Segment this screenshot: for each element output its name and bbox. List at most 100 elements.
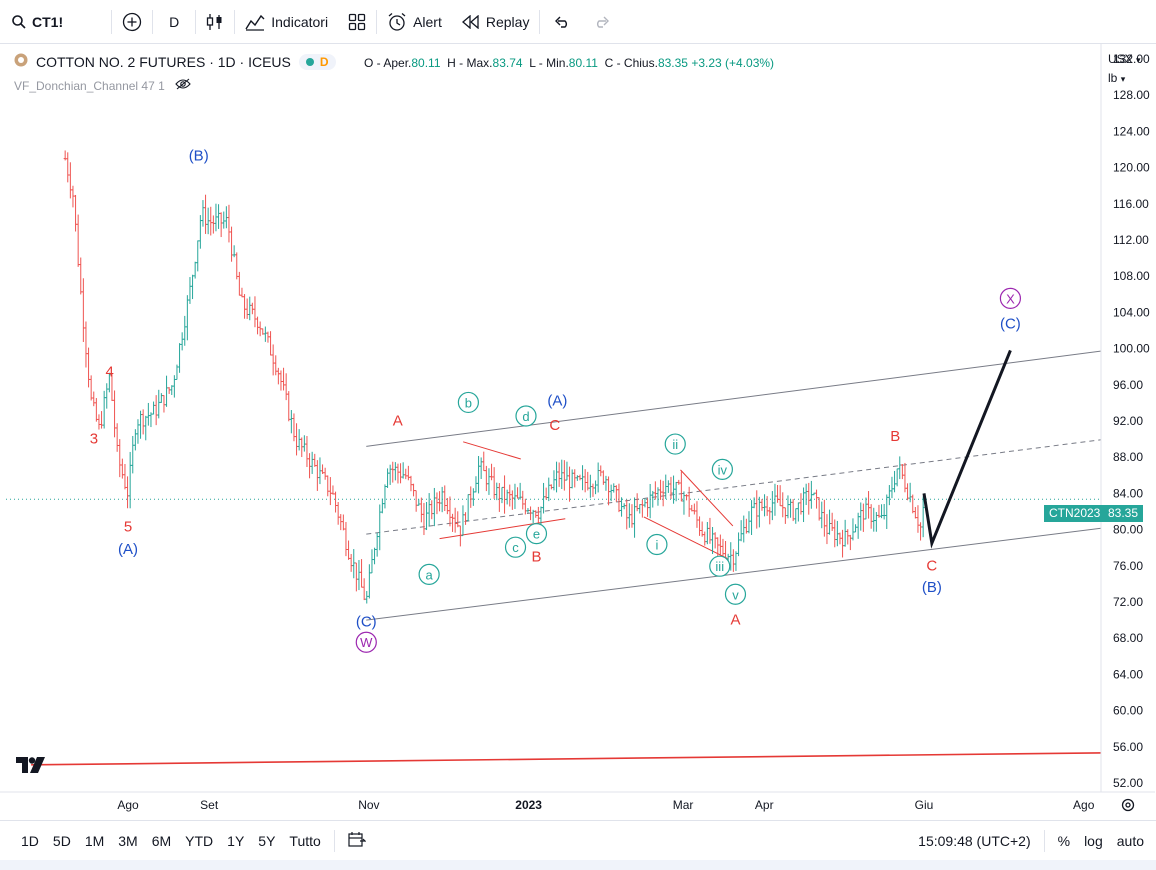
price-chart[interactable]: 345(A)(B)(C)WAabcdeBC(A)iiiiiiivvABC(B)X… [0,44,1156,820]
wave-label-text: 5 [124,518,132,535]
price-tick-label: 68.00 [1113,631,1143,645]
market-status-badge[interactable]: D [298,53,336,70]
wave-label: C [549,417,560,434]
currency-select[interactable]: USX ▾ [1108,50,1141,69]
price-bar [204,194,208,234]
redo-button[interactable] [584,0,620,44]
price-bar [869,504,873,529]
price-bar [833,519,837,548]
wave-label: (A) [118,541,138,558]
range-3m-button[interactable]: 3M [111,833,144,849]
range-6m-button[interactable]: 6M [145,833,178,849]
percent-scale-toggle[interactable]: % [1051,833,1077,849]
price-bar [581,465,585,491]
price-bar [331,485,335,495]
price-tick-label: 80.00 [1113,523,1143,537]
price-bar [622,503,626,510]
log-scale-toggle[interactable]: log [1077,833,1110,849]
price-bar [490,463,494,481]
price-bar [638,504,642,514]
chart-pane[interactable]: 3 4 5 (A) (B) (C) W Aa b c d e B C (A) i ii iii iv v A B C (B) X… [0,44,1156,820]
price-bar [214,203,218,232]
price-bar [380,498,384,514]
price-bar [895,468,899,487]
price-bar [310,451,314,474]
bottom-toolbar: 1D 5D 1M 3M 6M YTD 1Y 5Y Tutto 15:09:48 … [0,820,1156,860]
price-bar [698,516,702,536]
range-5d-button[interactable]: 5D [46,833,78,849]
price-bar [705,522,709,545]
price-bar [232,245,236,258]
price-bar [633,497,637,538]
price-bar [456,511,460,528]
price-bar [609,484,613,502]
price-bar [63,150,67,161]
range-1m-button[interactable]: 1M [78,833,111,849]
eye-hidden-icon[interactable] [175,78,191,93]
price-bar [365,591,369,604]
price-bar [100,411,104,429]
replay-button[interactable]: Replay [452,0,540,44]
price-bar [113,390,117,438]
range-ytd-button[interactable]: YTD [178,833,220,849]
wave-label: (C) [356,613,377,630]
price-bar [757,496,761,528]
wave-label-text: (A) [118,541,138,558]
redo-icon [594,16,610,28]
undo-button[interactable] [540,0,584,44]
range-1y-button[interactable]: 1Y [220,833,251,849]
indicators-button[interactable]: Indicatori [235,0,338,44]
tradingview-logo[interactable] [16,756,48,779]
price-bar [802,487,806,523]
price-bar [542,482,546,514]
open-label: O - Aper. [364,56,412,70]
price-bar [87,347,91,388]
price-tick-label: 104.00 [1113,305,1150,319]
price-bar [477,455,481,494]
chart-settings-button[interactable] [1120,797,1136,818]
symbol-title[interactable]: COTTON NO. 2 FUTURES · 1D · ICEUS [36,54,291,70]
price-bar [900,464,904,480]
interval-button[interactable]: D [153,0,195,44]
price-bar [237,271,241,296]
high-label: H - Max. [447,56,493,70]
price-bar [89,375,93,401]
compare-symbol-button[interactable] [112,0,152,44]
price-bar [510,490,514,510]
price-bar [851,518,855,541]
price-bar [804,483,808,506]
price-bar [334,491,338,513]
price-tick-label: 76.00 [1113,559,1143,573]
price-bar [245,298,249,319]
auto-scale-toggle[interactable]: auto [1110,833,1156,849]
chart-type-button[interactable] [196,0,234,44]
price-bar [409,475,413,492]
price-bar [326,475,330,497]
price-bar [768,507,772,525]
unit-select[interactable]: lb ▾ [1108,69,1141,88]
price-bar [328,477,332,506]
footer-strip [0,860,1156,870]
price-bar [144,415,148,441]
price-bar [565,461,569,481]
price-bar [217,204,221,229]
range-5y-button[interactable]: 5Y [251,833,282,849]
price-bar [503,475,507,514]
timezone-button[interactable]: 15:09:48 (UTC+2) [911,833,1037,849]
price-bar [843,519,847,547]
alert-button[interactable]: Alert [377,0,452,44]
range-all-button[interactable]: Tutto [282,833,327,849]
price-bar [716,537,720,558]
change-value: +3.23 (+4.03%) [691,56,775,70]
symbol-search-button[interactable]: CT1! [0,0,73,44]
date-range-button[interactable] [341,831,373,850]
chevron-down-icon: ▾ [1120,74,1126,84]
price-bar [573,469,577,488]
price-bar [809,480,813,509]
indicator-legend[interactable]: VF_Donchian_Channel 47 1 [14,78,191,93]
layouts-button[interactable] [338,0,376,44]
wave-label-text: (B) [189,147,209,164]
range-1d-button[interactable]: 1D [14,833,46,849]
price-bar [783,507,787,524]
price-bar [318,457,322,485]
